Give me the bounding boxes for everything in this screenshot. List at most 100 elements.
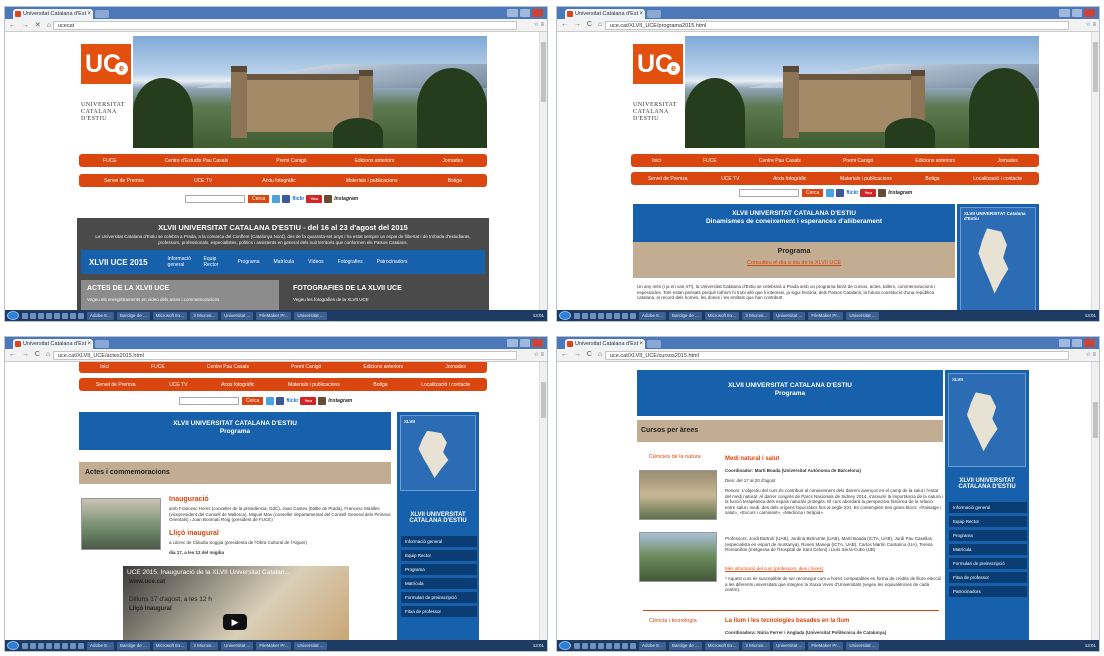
edition-menu-item[interactable]: Equip Rector	[204, 256, 224, 268]
sidebar-item[interactable]: Equip Rector	[401, 550, 477, 562]
taskbar-button[interactable]: Barolge de ...	[669, 641, 702, 650]
menu-item[interactable]: Botiga	[925, 176, 939, 182]
course2-title[interactable]: La llum i les tecnologies basades en la …	[725, 618, 849, 624]
close-tab-icon[interactable]: ×	[87, 9, 91, 19]
address-bar[interactable]: uce.cat/XLVII_UCE/cursos2015.html	[605, 351, 1069, 360]
close-tab-icon[interactable]: ×	[639, 339, 643, 349]
menu-item[interactable]: Jornades	[442, 158, 463, 164]
quicklaunch-icons[interactable]	[574, 312, 636, 319]
taskbar-button[interactable]: FileMaker Pr...	[808, 641, 844, 650]
twitter-icon[interactable]	[272, 195, 281, 203]
taskbar-button[interactable]: FileMaker Pr...	[808, 311, 844, 320]
inauguracio-title[interactable]: Inauguració	[169, 496, 209, 503]
taskbar-button[interactable]: Microsoft Ex...	[152, 641, 188, 650]
menu-item[interactable]: Centre d'Estudis Pau Casals	[165, 158, 229, 164]
scrollbar[interactable]	[1091, 362, 1099, 640]
taskbar-button[interactable]: Adobe E...	[639, 641, 667, 650]
instagram-icon[interactable]	[324, 195, 333, 203]
sidebar-item[interactable]: Matrícula	[401, 578, 477, 590]
search-input[interactable]	[739, 189, 799, 197]
nav-buttons[interactable]: ← → C ⌂	[9, 351, 52, 358]
window-controls[interactable]	[507, 9, 544, 17]
menu-item[interactable]: Premi Canigó	[276, 158, 306, 164]
menu-item[interactable]: Jornades	[445, 364, 466, 370]
taskbar-button[interactable]: Universitat ...	[294, 641, 327, 650]
facebook-icon[interactable]	[836, 189, 845, 197]
taskbar-button[interactable]: Adobe E...	[87, 641, 115, 650]
scrollbar[interactable]	[539, 362, 547, 640]
menu-item[interactable]: Edicions anteriors	[363, 364, 403, 370]
menu-item[interactable]: Localització i contacte	[421, 382, 470, 388]
menu-item[interactable]: Premi Canigó	[843, 158, 873, 164]
taskbar-button[interactable]: Adobe E...	[87, 311, 115, 320]
scrollbar[interactable]	[539, 32, 547, 310]
taskbar-button[interactable]: Microsoft Ex...	[704, 311, 740, 320]
edition-menu-item[interactable]: Fotografies	[338, 259, 363, 265]
nav-buttons[interactable]: ← → C ⌂	[561, 351, 604, 358]
edition-menu-item[interactable]: Informació general	[168, 256, 191, 268]
menu-item[interactable]: UCE TV	[169, 382, 187, 388]
new-tab-button[interactable]	[95, 340, 109, 348]
start-button[interactable]	[7, 641, 19, 650]
quicklaunch-icons[interactable]	[574, 642, 636, 649]
new-tab-button[interactable]	[647, 340, 661, 348]
edition-menu-item[interactable]: Matrícula	[274, 259, 295, 265]
fotografies-box[interactable]: FOTOGRAFIES DE LA XLVII UCE Vegeu les fot…	[287, 280, 485, 310]
menu-item[interactable]: UCE TV	[721, 176, 739, 182]
taskbar-button[interactable]: Universitat ...	[846, 311, 879, 320]
map-poster[interactable]: XLVII	[948, 373, 1026, 467]
menu-item[interactable]: Servei de Premsa	[96, 382, 136, 388]
taskbar-button[interactable]: Microsoft Ex...	[152, 311, 188, 320]
menu-item[interactable]: FUCE	[703, 158, 717, 164]
play-icon[interactable]: ▶	[223, 614, 247, 630]
new-tab-button[interactable]	[95, 10, 109, 18]
quicklaunch-icons[interactable]	[22, 312, 84, 319]
actes-box[interactable]: ACTES DE LA XLVII UCE Vegeu els enregistr…	[81, 280, 279, 310]
sidebar-item[interactable]: Fitxa de professor	[949, 572, 1027, 584]
taskbar-button[interactable]: Barolge de ...	[117, 311, 150, 320]
search-input[interactable]	[185, 195, 245, 203]
taskbar-button[interactable]: 2 Microsi...	[190, 641, 219, 650]
browser-tab[interactable]: Universitat Catalana d'Est ×	[565, 9, 645, 19]
sidebar-item[interactable]: Equip Rector	[949, 516, 1027, 528]
star-icon[interactable]: ☆ ≡	[533, 351, 544, 358]
sidebar-item[interactable]: Informació general	[401, 536, 477, 548]
menu-item[interactable]: Arxiu fotogràfic	[262, 178, 295, 184]
taskbar-button[interactable]: Microsoft Ex...	[704, 641, 740, 650]
nav-buttons[interactable]: ← → C ⌂	[561, 21, 604, 28]
facebook-icon[interactable]	[276, 397, 285, 405]
menu-item[interactable]: Arxiu fotogràfic	[773, 176, 806, 182]
window-controls[interactable]	[1059, 339, 1096, 347]
taskbar-button[interactable]: 2 Microsi...	[742, 311, 771, 320]
uce-logo[interactable]: UC e	[81, 44, 131, 84]
search-button[interactable]: Cerca	[248, 195, 270, 203]
flickr-icon[interactable]: flickr	[292, 196, 304, 202]
start-button[interactable]	[559, 311, 571, 320]
instagram-icon[interactable]	[318, 397, 327, 405]
twitter-icon[interactable]	[826, 189, 835, 197]
new-tab-button[interactable]	[647, 10, 661, 18]
edition-menu-item[interactable]: Patrocinadors	[377, 259, 408, 265]
menu-item[interactable]: Arxiu fotogràfic	[221, 382, 254, 388]
sidebar-item[interactable]: Patrocinadors	[949, 586, 1027, 598]
menu-item[interactable]: Centre Pau Casals	[207, 364, 249, 370]
close-tab-icon[interactable]: ×	[87, 339, 91, 349]
flickr-icon[interactable]: flickr	[846, 190, 858, 196]
instagram-icon[interactable]	[878, 189, 887, 197]
menu-item[interactable]: Servei de Premsa	[648, 176, 688, 182]
menu-item[interactable]: Materials i publicacions	[346, 178, 398, 184]
start-button[interactable]	[559, 641, 571, 650]
llico-title[interactable]: Lliçó inaugural	[169, 530, 219, 537]
star-icon[interactable]: ☆ ≡	[533, 21, 544, 28]
taskbar-button[interactable]: Universitat ...	[846, 641, 879, 650]
map-poster[interactable]: XLVII UNIVERSITAT Catalana d'Estiu	[960, 207, 1036, 310]
star-icon[interactable]: ☆ ≡	[1085, 21, 1096, 28]
video-player[interactable]: UCE 2015. Inauguració de la XLVII Univer…	[123, 566, 349, 640]
search-input[interactable]	[179, 397, 239, 405]
search-button[interactable]: Cerca	[802, 189, 824, 197]
taskbar-button[interactable]: Barolge de ...	[117, 641, 150, 650]
menu-item[interactable]: FUCE	[103, 158, 117, 164]
sidebar-item[interactable]: Informació general	[949, 502, 1027, 514]
address-bar[interactable]: ucecat	[53, 21, 517, 30]
sidebar-item[interactable]: Fitxa de professor	[401, 606, 477, 618]
